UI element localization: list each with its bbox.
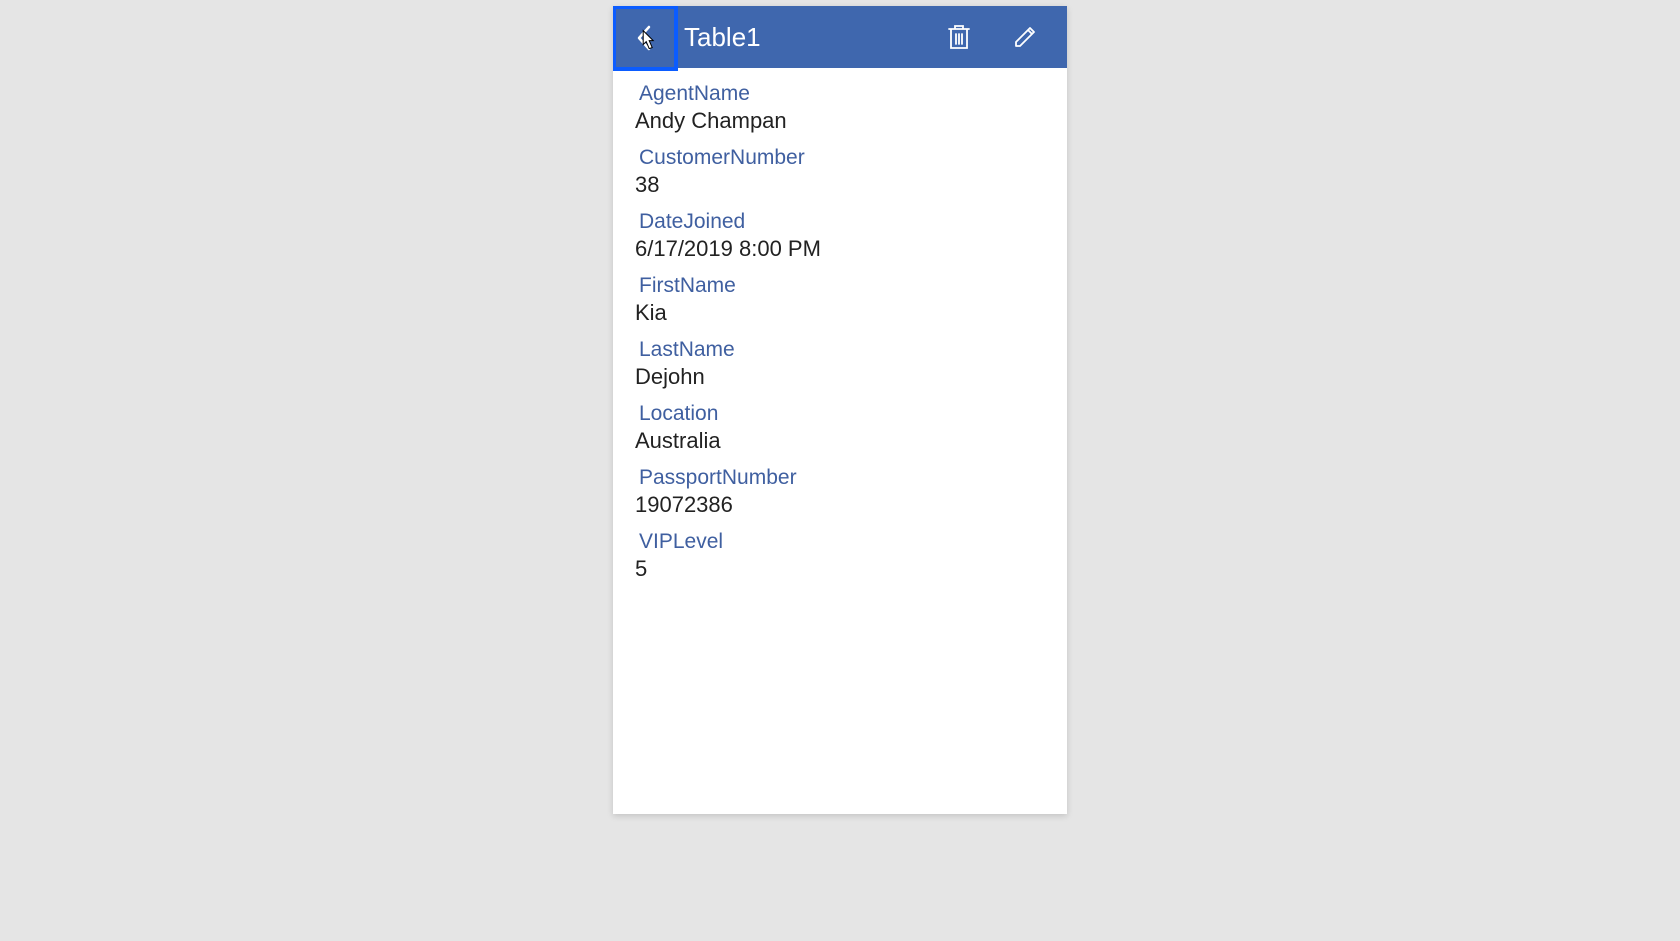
field-label: AgentName [635, 82, 1045, 106]
pencil-icon [1012, 24, 1038, 50]
field-label: VIPLevel [635, 530, 1045, 554]
field-value: 6/17/2019 8:00 PM [635, 236, 1045, 262]
page-title: Table1 [678, 22, 935, 53]
field-location: Location Australia [635, 402, 1045, 454]
field-label: Location [635, 402, 1045, 426]
field-passportnumber: PassportNumber 19072386 [635, 466, 1045, 518]
field-customernumber: CustomerNumber 38 [635, 146, 1045, 198]
chevron-left-icon [635, 24, 655, 52]
field-datejoined: DateJoined 6/17/2019 8:00 PM [635, 210, 1045, 262]
detail-form: AgentName Andy Champan CustomerNumber 38… [613, 68, 1067, 814]
field-agentname: AgentName Andy Champan [635, 82, 1045, 134]
field-value: 38 [635, 172, 1045, 198]
field-lastname: LastName Dejohn [635, 338, 1045, 390]
header-actions [935, 13, 1055, 61]
delete-button[interactable] [935, 13, 983, 61]
field-viplevel: VIPLevel 5 [635, 530, 1045, 582]
field-label: CustomerNumber [635, 146, 1045, 170]
edit-button[interactable] [1001, 13, 1049, 61]
field-label: PassportNumber [635, 466, 1045, 490]
field-value: Australia [635, 428, 1045, 454]
field-value: Kia [635, 300, 1045, 326]
field-value: 19072386 [635, 492, 1045, 518]
field-label: FirstName [635, 274, 1045, 298]
trash-icon [946, 23, 972, 51]
field-value: Dejohn [635, 364, 1045, 390]
field-label: LastName [635, 338, 1045, 362]
field-value: Andy Champan [635, 108, 1045, 134]
field-firstname: FirstName Kia [635, 274, 1045, 326]
back-button[interactable] [613, 6, 678, 71]
field-label: DateJoined [635, 210, 1045, 234]
header-bar: Table1 [613, 6, 1067, 68]
field-value: 5 [635, 556, 1045, 582]
app-window: Table1 AgentName Andy Champan CustomerNu… [613, 6, 1067, 814]
